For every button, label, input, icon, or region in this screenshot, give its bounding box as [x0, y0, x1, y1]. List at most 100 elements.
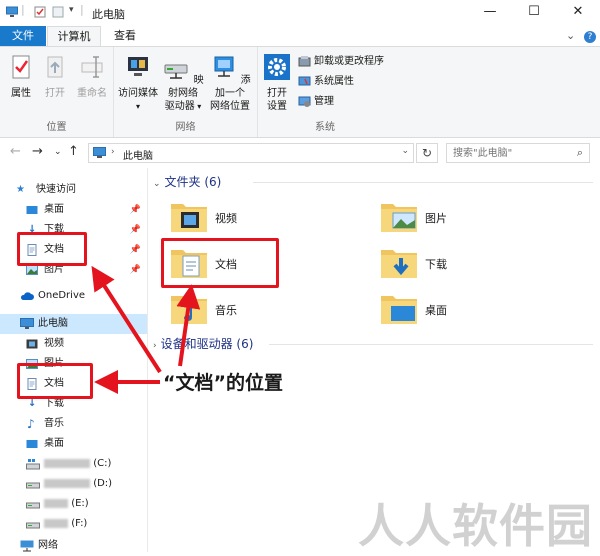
video-folder-icon [171, 204, 207, 232]
highlight-box-this-pc-documents [17, 363, 93, 399]
desktop-icon [26, 440, 38, 448]
highlight-box-quick-access-documents [17, 232, 87, 266]
add-network-location-button[interactable]: 添加一个 网络位置 [206, 53, 254, 113]
breadcrumb-this-pc[interactable]: 此电脑 [123, 147, 153, 162]
network-icon [20, 540, 34, 552]
section-folders[interactable]: ⌄ 文件夹 (6) [153, 172, 221, 192]
chevron-down-icon: ⌄ [153, 179, 161, 189]
group-system-label: 系统 [315, 122, 335, 133]
cloud-icon [20, 292, 34, 300]
nav-qa-desktop[interactable]: 桌面 📌 [0, 200, 147, 220]
tab-computer[interactable]: 计算机 [47, 26, 101, 47]
redacted-label [44, 498, 68, 508]
properties-icon [12, 55, 30, 79]
nav-pc-desktop[interactable]: 桌面 [0, 434, 147, 454]
group-network: 访问媒体 ▾ 映射网络 驱动器 ▾ 添加一个 网络位置 网络 [114, 47, 258, 137]
downloads-folder-icon [381, 250, 417, 278]
folder-music[interactable]: 音乐 [169, 288, 369, 332]
folder-downloads[interactable]: 下载 [379, 242, 579, 286]
system-properties-icon [298, 76, 311, 85]
nav-pc-videos[interactable]: 视频 [0, 334, 147, 354]
group-location: 属性 打开 重命名 位置 [0, 47, 114, 137]
pictures-folder-icon [381, 204, 417, 232]
desktop-icon [26, 206, 38, 214]
open-button[interactable]: 打开 [40, 53, 70, 100]
navigation-bar: ← → ⌄ ↑ › 此电脑 ⌄ ↻ ⌕ [0, 139, 600, 167]
refresh-button[interactable]: ↻ [416, 143, 438, 163]
tab-view[interactable]: 查看 [104, 26, 146, 46]
address-dropdown-icon[interactable]: ⌄ [401, 146, 409, 156]
up-button[interactable]: ↑ [68, 144, 79, 159]
media-icon [128, 57, 148, 76]
folder-videos[interactable]: 视频 [169, 196, 369, 240]
music-folder-icon [171, 296, 207, 324]
close-button[interactable]: ✕ [556, 0, 600, 26]
watermark: 人人软件园 [358, 499, 593, 553]
music-icon: ♪ [27, 417, 35, 431]
new-folder-quick-icon[interactable] [52, 6, 64, 18]
customize-qa-icon[interactable]: ▾ [69, 5, 74, 15]
pin-icon: 📌 [129, 225, 141, 235]
nav-drive-d[interactable]: (D:) [0, 474, 147, 494]
group-system: 打开 设置 卸载或更改程序 系统属性 管理 系统 [258, 47, 392, 137]
drive-icon [26, 482, 40, 489]
back-button[interactable]: ← [10, 144, 21, 159]
nav-pc-music[interactable]: ♪ 音乐 [0, 414, 147, 434]
properties-quick-icon[interactable] [34, 6, 46, 18]
help-icon[interactable]: ? [584, 31, 596, 43]
section-devices[interactable]: › 设备和驱动器 (6) [153, 334, 253, 354]
desktop-folder-icon [381, 296, 417, 324]
maximize-button[interactable]: ☐ [512, 0, 556, 26]
open-settings-button[interactable]: 打开 设置 [262, 53, 292, 113]
drive-icon [26, 522, 40, 529]
system-properties-button[interactable]: 系统属性 [298, 74, 354, 90]
nav-drive-e[interactable]: (E:) [0, 494, 147, 514]
redacted-label [44, 458, 90, 468]
windows-drive-icon [26, 459, 40, 470]
folder-pictures[interactable]: 图片 [379, 196, 579, 240]
uninstall-programs-button[interactable]: 卸载或更改程序 [298, 54, 384, 70]
computer-icon [6, 6, 18, 17]
network-location-icon [214, 56, 234, 77]
open-icon [47, 56, 63, 78]
nav-onedrive[interactable]: OneDrive [0, 286, 147, 306]
pin-icon: 📌 [129, 205, 141, 215]
gear-icon [264, 54, 290, 80]
nav-quick-access[interactable]: ★ 快速访问 [0, 180, 147, 200]
address-bar[interactable]: › 此电脑 ⌄ [88, 143, 414, 163]
navigation-pane[interactable]: ★ 快速访问 桌面 📌 ↓ 下载 📌 文档 📌 图片 📌 OneDrive 此电… [0, 168, 148, 552]
properties-button[interactable]: 属性 [6, 53, 36, 100]
drive-icon [26, 502, 40, 509]
map-drive-button[interactable]: 映射网络 驱动器 ▾ [162, 53, 204, 113]
nav-drive-f[interactable]: (F:) [0, 514, 147, 534]
minimize-button[interactable]: — [468, 0, 512, 26]
collapse-ribbon-icon[interactable]: ⌄ [566, 29, 575, 42]
window-title: 此电脑 [92, 8, 125, 21]
rename-button[interactable]: 重命名 [74, 53, 110, 100]
redacted-label [44, 478, 90, 488]
highlight-box-documents-folder [161, 238, 279, 288]
group-location-label: 位置 [46, 122, 67, 133]
map-drive-icon [164, 64, 188, 79]
computer-icon [20, 318, 34, 329]
nav-this-pc[interactable]: 此电脑 [0, 314, 147, 334]
forward-button[interactable]: → [32, 144, 43, 159]
pin-icon: 📌 [129, 265, 141, 275]
recent-locations-icon[interactable]: ⌄ [54, 147, 62, 157]
nav-drive-c[interactable]: (C:) [0, 454, 147, 474]
ribbon: 属性 打开 重命名 位置 访问媒体 ▾ 映射网络 驱动器 ▾ 添加一个 网络位置 网… [0, 46, 600, 138]
manage-button[interactable]: 管理 [298, 94, 334, 110]
breadcrumb-chevron-icon[interactable]: › [111, 147, 115, 157]
search-input[interactable] [447, 144, 567, 162]
search-box[interactable]: ⌕ [446, 143, 590, 163]
ribbon-tabs: 文件 计算机 查看 ⌄ ? [0, 26, 600, 47]
title-bar: | ▾ | 此电脑 — ☐ ✕ [0, 0, 600, 26]
star-icon: ★ [16, 184, 25, 195]
tab-file[interactable]: 文件 [0, 26, 46, 46]
video-icon [26, 339, 38, 349]
search-icon: ⌕ [576, 146, 583, 159]
nav-network[interactable]: 网络 [0, 536, 147, 552]
group-network-label: 网络 [175, 122, 196, 133]
access-media-button[interactable]: 访问媒体 ▾ [118, 53, 158, 113]
folder-desktop[interactable]: 桌面 [379, 288, 579, 332]
